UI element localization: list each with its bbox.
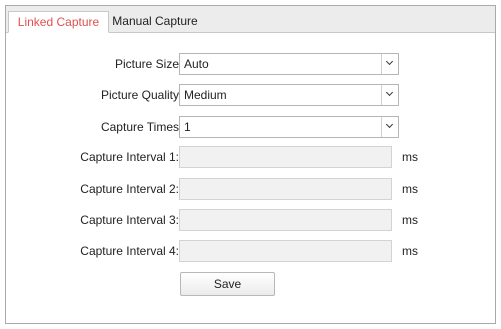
capture-interval-3-row: Capture Interval 3: ms xyxy=(6,209,495,231)
capture-interval-4-unit: ms xyxy=(402,244,418,258)
chevron-down-icon xyxy=(385,88,394,97)
tab-bar: Linked Capture Manual Capture xyxy=(6,6,495,33)
chevron-down-icon xyxy=(385,120,394,129)
picture-quality-select[interactable]: Medium xyxy=(179,84,399,106)
capture-interval-2-unit: ms xyxy=(402,182,418,196)
capture-times-value: 1 xyxy=(184,120,191,134)
capture-interval-2-input[interactable] xyxy=(179,178,392,200)
picture-quality-label: Picture Quality xyxy=(100,88,179,102)
capture-interval-1-label: Capture Interval 1: xyxy=(80,150,179,164)
capture-interval-4-row: Capture Interval 4: ms xyxy=(6,240,495,262)
picture-size-row: Picture Size Auto xyxy=(6,53,495,75)
capture-interval-1-row: Capture Interval 1: ms xyxy=(6,146,495,168)
capture-interval-2-row: Capture Interval 2: ms xyxy=(6,178,495,200)
chevron-down-icon xyxy=(385,57,394,66)
tab-manual-capture[interactable]: Manual Capture xyxy=(110,11,200,33)
picture-quality-dropdown[interactable] xyxy=(381,85,398,105)
picture-size-select[interactable]: Auto xyxy=(179,53,399,75)
tab-linked-capture[interactable]: Linked Capture xyxy=(8,11,109,33)
capture-interval-1-input[interactable] xyxy=(179,146,392,168)
capture-interval-1-unit: ms xyxy=(402,150,418,164)
capture-interval-3-label: Capture Interval 3: xyxy=(80,213,179,227)
capture-times-row: Capture Times 1 xyxy=(6,116,495,138)
capture-interval-3-input[interactable] xyxy=(179,209,392,231)
capture-interval-2-label: Capture Interval 2: xyxy=(80,182,179,196)
capture-interval-4-input[interactable] xyxy=(179,240,392,262)
capture-times-select[interactable]: 1 xyxy=(179,116,399,138)
picture-size-value: Auto xyxy=(184,57,209,71)
picture-quality-value: Medium xyxy=(184,88,227,102)
capture-interval-3-unit: ms xyxy=(402,213,418,227)
linked-capture-panel: Linked Capture Manual Capture Picture Si… xyxy=(5,5,496,324)
capture-times-dropdown[interactable] xyxy=(381,117,398,137)
picture-size-dropdown[interactable] xyxy=(381,54,398,74)
capture-times-label: Capture Times xyxy=(100,120,179,134)
picture-size-label: Picture Size xyxy=(114,57,179,71)
save-button[interactable]: Save xyxy=(180,272,275,296)
picture-quality-row: Picture Quality Medium xyxy=(6,84,495,106)
capture-interval-4-label: Capture Interval 4: xyxy=(80,244,179,258)
